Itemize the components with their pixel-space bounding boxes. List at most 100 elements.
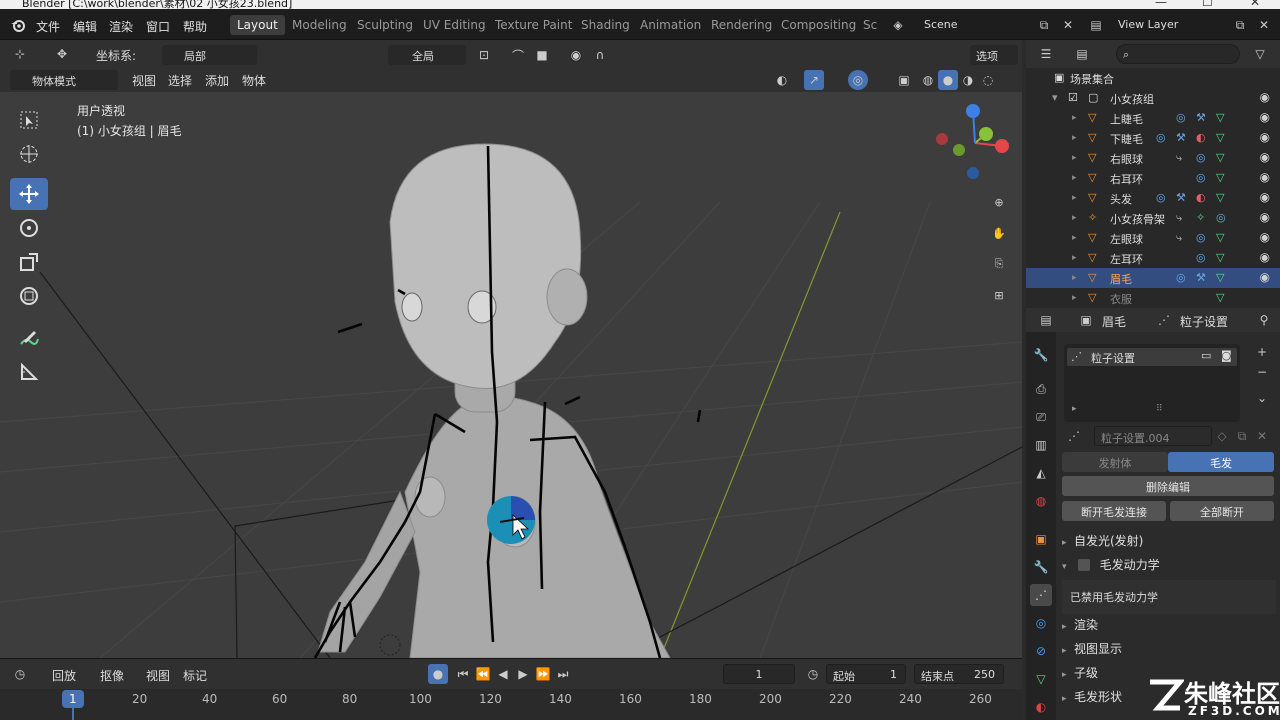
material-icon[interactable]: ◐ bbox=[1196, 131, 1206, 144]
outliner-row[interactable]: ▸ ▽ 衣服 ▽ bbox=[1026, 288, 1280, 308]
outliner-search-input[interactable]: ⌕ bbox=[1116, 44, 1240, 64]
panel-render[interactable]: ▸ 渲染 bbox=[1062, 616, 1276, 638]
constraint-icon[interactable]: ⤷ bbox=[1176, 211, 1182, 225]
expand-arrow-icon[interactable]: ▸ bbox=[1072, 153, 1077, 163]
record-icon[interactable]: ● bbox=[428, 664, 448, 684]
modifier-icon[interactable]: ◎ bbox=[1176, 271, 1186, 284]
camera-icon[interactable]: ◙ bbox=[1221, 349, 1232, 362]
list-item[interactable]: ⋰ 粒子设置 ▭ ◙ bbox=[1067, 348, 1237, 366]
add-menu[interactable]: 添加 bbox=[205, 72, 229, 89]
pivot-dropdown[interactable]: 全局 bbox=[388, 45, 466, 65]
expand-arrow-icon[interactable]: ▸ bbox=[1072, 293, 1077, 303]
expand-arrow-icon[interactable]: ▸ bbox=[1072, 273, 1077, 283]
data-icon[interactable]: ▽ bbox=[1216, 291, 1224, 304]
eye-icon[interactable]: ◉ bbox=[1260, 150, 1270, 164]
tab-scripting[interactable]: Sc bbox=[856, 15, 884, 35]
disconnect-hair-button[interactable]: 断开毛发连接 bbox=[1062, 501, 1166, 521]
scene-selector-icon[interactable]: ◈ bbox=[888, 15, 908, 35]
transform-tool-icon[interactable] bbox=[10, 280, 48, 312]
measure-tool-icon[interactable] bbox=[10, 356, 48, 388]
outliner-editor-type-icon[interactable]: ☰ bbox=[1036, 44, 1056, 64]
menu-help[interactable]: 帮助 bbox=[183, 18, 207, 35]
wrench-icon[interactable]: ⚒ bbox=[1176, 131, 1186, 144]
eye-icon[interactable]: ◉ bbox=[1260, 270, 1270, 284]
remove-icon[interactable]: − bbox=[1252, 362, 1272, 382]
modifier-tab-icon[interactable]: 🔧 bbox=[1030, 556, 1052, 578]
view-layer-tab-icon[interactable]: ▥ bbox=[1030, 434, 1052, 456]
material-shading-icon[interactable]: ◑ bbox=[958, 70, 978, 90]
menu-edit[interactable]: 编辑 bbox=[73, 18, 97, 35]
blender-logo-icon[interactable] bbox=[8, 15, 28, 35]
play-icon[interactable]: ▶ bbox=[513, 664, 533, 684]
mode-dropdown[interactable]: 物体模式 bbox=[10, 70, 118, 90]
expand-arrow-icon[interactable]: ▸ bbox=[1072, 193, 1077, 203]
close-icon[interactable]: ✕ bbox=[1250, 0, 1260, 9]
keying-menu[interactable]: 抠像 bbox=[100, 667, 124, 684]
eye-icon[interactable]: ◉ bbox=[1260, 130, 1270, 144]
render-tab-icon[interactable]: ⎙ bbox=[1030, 378, 1052, 400]
expand-arrow-icon[interactable]: ▸ bbox=[1072, 173, 1077, 183]
data-icon[interactable]: ▽ bbox=[1216, 251, 1224, 264]
expand-arrow-icon[interactable]: ▸ bbox=[1072, 133, 1077, 143]
emitter-tab-button[interactable]: 发射体 bbox=[1062, 452, 1168, 472]
menu-window[interactable]: 窗口 bbox=[146, 18, 170, 35]
maximize-icon[interactable]: ☐ bbox=[1202, 0, 1213, 9]
particle-settings-field[interactable]: 粒子设置.004 bbox=[1094, 426, 1212, 446]
eye-icon[interactable]: ◉ bbox=[1260, 210, 1270, 224]
data-icon[interactable]: ▽ bbox=[1216, 111, 1224, 124]
timeline-editor-type-icon[interactable]: ◷ bbox=[10, 664, 30, 684]
view-layer-field[interactable]: View Layer bbox=[1112, 15, 1224, 35]
outliner-row[interactable]: ▸ ▽ 眉毛 ◎ ⚒ ▽ ◉ bbox=[1026, 268, 1280, 288]
eye-icon[interactable]: ◉ bbox=[1260, 110, 1270, 124]
timeline-view-menu[interactable]: 视图 bbox=[146, 667, 170, 684]
constraint-icon[interactable]: ⤷ bbox=[1176, 151, 1182, 165]
pin-icon[interactable]: ⚲ bbox=[1254, 310, 1274, 330]
delete-edit-button[interactable]: 删除编辑 bbox=[1062, 476, 1274, 496]
prev-keyframe-icon[interactable]: ⏪ bbox=[473, 664, 493, 684]
data-icon[interactable]: ▽ bbox=[1216, 191, 1224, 204]
tool-tab-icon[interactable]: 🔧 bbox=[1030, 344, 1052, 366]
duplicate-icon[interactable]: ⧉ bbox=[1232, 426, 1252, 446]
display-mode-icon[interactable]: ▤ bbox=[1072, 44, 1092, 64]
material-icon[interactable]: ◐ bbox=[1196, 191, 1206, 204]
falloff-icon[interactable]: ∩ bbox=[590, 45, 610, 65]
rendered-shading-icon[interactable]: ◌ bbox=[978, 70, 998, 90]
eye-icon[interactable]: ◉ bbox=[1260, 90, 1270, 104]
scene-tab-icon[interactable]: ◭ bbox=[1030, 462, 1052, 484]
xray-icon[interactable]: ▣ bbox=[894, 70, 914, 90]
playback-menu[interactable]: 回放 bbox=[52, 667, 76, 684]
monitor-icon[interactable]: ▭ bbox=[1201, 349, 1211, 362]
coord-system-dropdown[interactable]: 局部 bbox=[162, 45, 257, 65]
tab-modeling[interactable]: Modeling bbox=[285, 15, 354, 35]
editor-type-icon[interactable]: ⊹ bbox=[10, 44, 30, 64]
scale-tool-icon[interactable] bbox=[10, 246, 48, 278]
tab-layout[interactable]: Layout bbox=[230, 15, 285, 35]
modifier-icon[interactable]: ◎ bbox=[1196, 231, 1206, 244]
modifier-icon[interactable]: ◎ bbox=[1216, 211, 1226, 224]
panel-viewport-display[interactable]: ▸ 视图显示 bbox=[1062, 640, 1276, 662]
expand-arrow-icon[interactable]: ▸ bbox=[1072, 213, 1077, 223]
outliner-row[interactable]: ▸ ▽ 右耳环 ◎ ▽ ◉ bbox=[1026, 168, 1280, 188]
constraints-tab-icon[interactable]: ⊘ bbox=[1030, 640, 1052, 662]
list-menu-icon[interactable]: ⌄ bbox=[1252, 388, 1272, 408]
scene-field[interactable]: Scene bbox=[918, 15, 1030, 35]
jump-start-icon[interactable]: ⏮ bbox=[453, 664, 473, 684]
tab-shading[interactable]: Shading bbox=[574, 15, 637, 35]
panel-hair-dynamics[interactable]: ▾ 毛发动力学 bbox=[1062, 556, 1276, 578]
zoom-icon[interactable]: ⊕ bbox=[986, 189, 1012, 215]
data-icon[interactable]: ▽ bbox=[1216, 231, 1224, 244]
rotate-tool-icon[interactable] bbox=[10, 212, 48, 244]
hair-tab-button[interactable]: 毛发 bbox=[1168, 452, 1274, 472]
outliner-row[interactable]: ▸ ▽ 头发 ◎ ⚒ ◐ ▽ ◉ bbox=[1026, 188, 1280, 208]
select-menu[interactable]: 选择 bbox=[168, 72, 192, 89]
snap-element-icon[interactable]: ■ bbox=[532, 45, 552, 65]
disconnect-all-button[interactable]: 全部断开 bbox=[1170, 501, 1274, 521]
fake-user-icon[interactable]: ◇ bbox=[1212, 426, 1232, 446]
marker-menu[interactable]: 标记 bbox=[183, 667, 207, 684]
camera-view-icon[interactable]: ⎘ bbox=[986, 251, 1012, 277]
tab-compositing[interactable]: Compositing bbox=[774, 15, 863, 35]
expand-arrow-icon[interactable]: ▾ bbox=[1052, 91, 1058, 104]
physics-tab-icon[interactable]: ◎ bbox=[1030, 612, 1052, 634]
outliner-row[interactable]: ▸ ▽ 下睫毛 ◎ ⚒ ◐ ▽ ◉ bbox=[1026, 128, 1280, 148]
outliner-row-scene-collection[interactable]: ▣ 场景集合 bbox=[1026, 68, 1280, 88]
